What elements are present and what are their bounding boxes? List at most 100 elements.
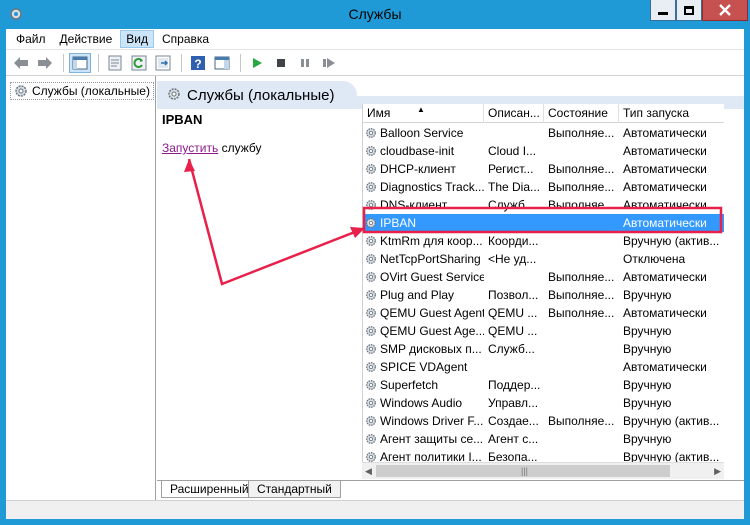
toolbar: ? bbox=[6, 49, 744, 75]
properties-button[interactable] bbox=[104, 53, 126, 73]
help-icon: ? bbox=[191, 55, 205, 71]
sort-ascending-icon: ▲ bbox=[417, 105, 425, 114]
gear-icon bbox=[366, 128, 376, 138]
gear-icon bbox=[366, 398, 376, 408]
action-pane-button[interactable] bbox=[211, 53, 233, 73]
service-name-label: SPICE VDAgent bbox=[380, 360, 468, 374]
services-pane: Службы (локальные) IPBAN Запустить служб… bbox=[157, 76, 744, 501]
scroll-thumb[interactable]: ||| bbox=[376, 465, 670, 477]
service-startup-type: Вручную bbox=[623, 288, 672, 302]
service-status: Выполняе... bbox=[548, 288, 615, 302]
gear-icon bbox=[366, 236, 376, 246]
start-service-line: Запустить службу bbox=[162, 141, 261, 155]
gear-icon bbox=[366, 452, 376, 462]
list-header: Имя ▲ Описан... Состояние Тип запуска bbox=[363, 104, 724, 123]
table-row[interactable]: Diagnostics Track... The Dia... Выполняе..… bbox=[363, 178, 724, 196]
restart-service-button[interactable] bbox=[318, 53, 340, 73]
start-service-button[interactable] bbox=[246, 53, 268, 73]
gear-icon bbox=[168, 88, 180, 100]
column-header-description[interactable]: Описан... bbox=[484, 104, 544, 123]
column-header-status[interactable]: Состояние bbox=[544, 104, 619, 123]
help-button[interactable]: ? bbox=[187, 53, 209, 73]
minimize-button[interactable] bbox=[650, 0, 676, 21]
table-row[interactable]: Агент защиты се... Агент с... Вручную bbox=[363, 430, 724, 448]
column-header-label: Имя bbox=[367, 106, 391, 120]
table-row[interactable]: QEMU Guest Age... QEMU ... Вручную bbox=[363, 322, 724, 340]
console-tree: Службы (локальные) bbox=[6, 76, 156, 501]
service-name-label: Windows Driver F... bbox=[380, 414, 484, 428]
service-name: Plug and Play bbox=[363, 286, 484, 304]
scroll-right-icon[interactable]: ▶ bbox=[714, 466, 721, 477]
service-description: <Не уд... bbox=[488, 252, 537, 266]
service-name: SPICE VDAgent bbox=[363, 358, 484, 376]
pause-service-button[interactable] bbox=[294, 53, 316, 73]
console-tree-icon bbox=[72, 56, 88, 69]
stop-service-button[interactable] bbox=[270, 53, 292, 73]
table-row[interactable]: QEMU Guest Agent QEMU ... Выполняе... Автом… bbox=[363, 304, 724, 322]
service-startup-type: Автоматически bbox=[623, 360, 707, 374]
restart-icon bbox=[323, 57, 335, 68]
menu-action[interactable]: Действие bbox=[54, 30, 119, 48]
horizontal-scrollbar[interactable]: ◀ ||| ▶ bbox=[362, 462, 724, 479]
column-header-startup-type[interactable]: Тип запуска bbox=[619, 104, 724, 123]
table-row[interactable]: cloudbase-init Cloud I... Автоматически bbox=[363, 142, 724, 160]
service-name: Superfetch bbox=[363, 376, 484, 394]
menu-file[interactable]: Файл bbox=[10, 30, 52, 48]
refresh-button[interactable] bbox=[128, 53, 150, 73]
menu-view[interactable]: Вид bbox=[120, 30, 154, 48]
pane-header: Службы (локальные) bbox=[157, 81, 357, 109]
service-name: Агент политики I... bbox=[363, 448, 484, 462]
tab-standard[interactable]: Стандартный bbox=[248, 481, 341, 498]
toolbar-separator bbox=[240, 53, 241, 72]
service-status: Выполняе... bbox=[548, 306, 615, 320]
service-description: Позвол... bbox=[488, 288, 539, 302]
table-row[interactable]: SMP дисковых п... Служб... Вручную bbox=[363, 340, 724, 358]
back-button[interactable] bbox=[10, 53, 32, 73]
gear-icon bbox=[15, 85, 27, 97]
table-row[interactable]: OVirt Guest Service Выполняе... Автоматиче… bbox=[363, 268, 724, 286]
maximize-button[interactable] bbox=[676, 0, 702, 21]
service-status bbox=[544, 142, 619, 160]
view-tabs: Расширенный Стандартный bbox=[157, 480, 744, 501]
table-row[interactable]: NetTcpPortSharing <Не уд... Отключена bbox=[363, 250, 724, 268]
service-status bbox=[544, 340, 619, 358]
properties-icon bbox=[108, 55, 122, 70]
service-description: QEMU ... bbox=[488, 324, 538, 338]
show-console-tree-button[interactable] bbox=[69, 52, 91, 73]
table-row[interactable]: Superfetch Поддер... Вручную bbox=[363, 376, 724, 394]
service-name: Balloon Service bbox=[363, 124, 484, 142]
service-status bbox=[544, 376, 619, 394]
table-row[interactable]: DNS-клиент Служб... Выполняе... Автоматичес… bbox=[363, 196, 724, 214]
forward-button[interactable] bbox=[34, 53, 56, 73]
service-status: Выполняе... bbox=[548, 414, 615, 428]
table-row[interactable]: SPICE VDAgent Автоматически bbox=[363, 358, 724, 376]
column-header-name[interactable]: Имя ▲ bbox=[363, 104, 484, 123]
close-icon bbox=[719, 4, 731, 16]
export-list-button[interactable] bbox=[152, 53, 174, 73]
back-arrow-icon bbox=[14, 56, 28, 69]
service-name-label: KtmRm для коор... bbox=[380, 234, 483, 248]
table-row[interactable]: KtmRm для коор... Коорди... Вручную (актив… bbox=[363, 232, 724, 250]
play-icon bbox=[253, 57, 262, 68]
table-row[interactable]: Windows Audio Управл... Вручную bbox=[363, 394, 724, 412]
table-row[interactable]: Plug and Play Позвол... Выполняе... Вручную bbox=[363, 286, 724, 304]
table-row[interactable]: DHCP-клиент Регист... Выполняе... Автоматич… bbox=[363, 160, 724, 178]
start-service-link[interactable]: Запустить bbox=[162, 141, 218, 155]
status-bar bbox=[6, 500, 744, 519]
table-row[interactable]: Balloon Service Выполняе... Автоматически bbox=[363, 124, 724, 142]
services-list: Имя ▲ Описан... Состояние Тип запуска Ba… bbox=[362, 104, 724, 462]
menu-help[interactable]: Справка bbox=[156, 30, 215, 48]
tree-item-services-local[interactable]: Службы (локальные) bbox=[10, 82, 154, 100]
service-status bbox=[544, 430, 619, 448]
service-name: cloudbase-init bbox=[363, 142, 484, 160]
service-description: Агент с... bbox=[488, 432, 539, 446]
scroll-left-icon[interactable]: ◀ bbox=[365, 466, 372, 477]
table-row[interactable]: Windows Driver F... Создае... Выполняе... В… bbox=[363, 412, 724, 430]
close-button[interactable] bbox=[702, 0, 748, 21]
table-row[interactable]: IPBAN Автоматически bbox=[363, 214, 724, 232]
tab-extended[interactable]: Расширенный bbox=[161, 481, 258, 498]
table-row[interactable]: Агент политики I... Безопа... Вручную (акт… bbox=[363, 448, 724, 462]
service-description: Управл... bbox=[488, 396, 539, 410]
service-name-label: Агент политики I... bbox=[380, 450, 482, 462]
service-description: The Dia... bbox=[488, 180, 541, 194]
